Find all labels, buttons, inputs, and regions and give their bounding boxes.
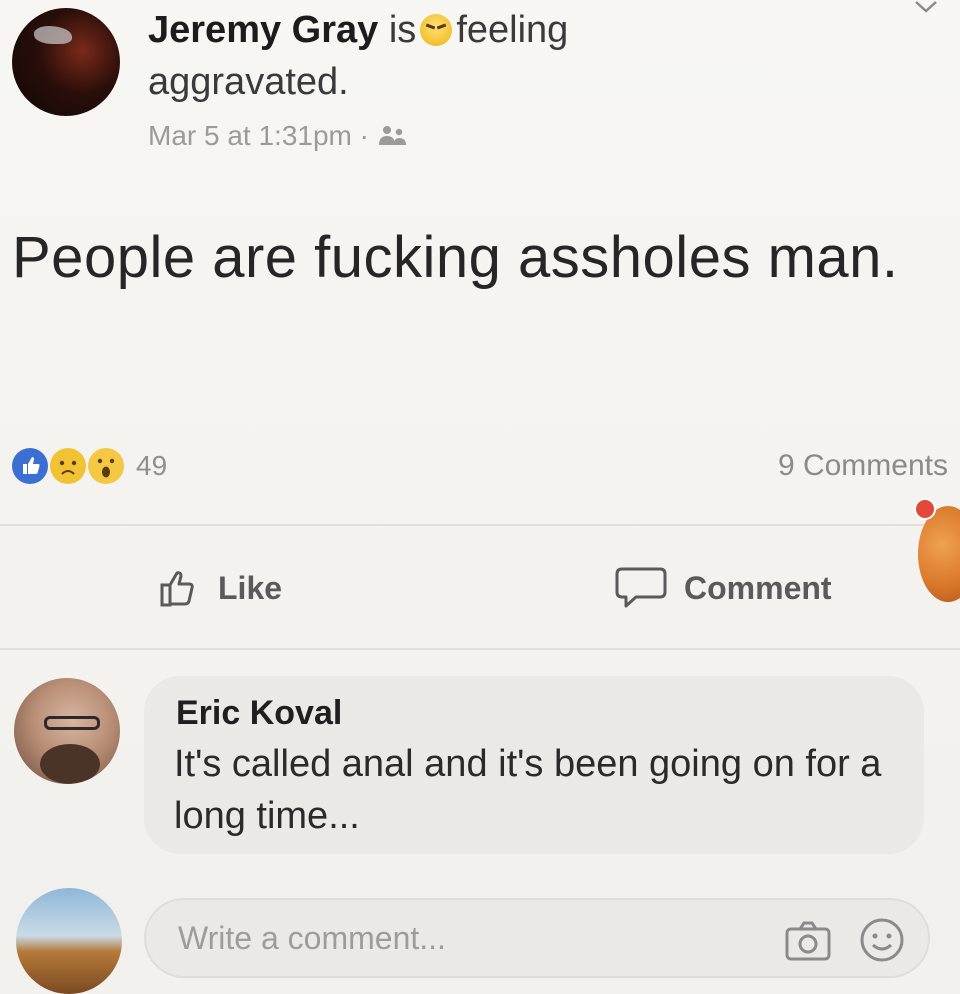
comment-button[interactable]: Comment — [614, 558, 832, 618]
like-reaction-icon — [12, 448, 48, 484]
feeling-word: feeling — [456, 9, 569, 51]
post-timestamp[interactable]: Mar 5 at 1:31pm — [148, 120, 352, 151]
post-meta: Mar 5 at 1:31pm · — [148, 116, 409, 156]
author-avatar[interactable] — [12, 8, 120, 116]
avatar-glasses — [44, 716, 100, 730]
sad-reaction-icon — [50, 448, 86, 484]
like-button[interactable]: Like — [156, 558, 282, 618]
post-header: Jeremy Gray is feeling — [148, 4, 568, 56]
notification-badge — [914, 498, 936, 520]
reactions-count: 49 — [136, 450, 168, 481]
is-word: is — [388, 9, 417, 51]
divider — [0, 648, 960, 650]
author-name[interactable]: Jeremy Gray — [148, 9, 378, 51]
comment-author[interactable]: Eric Koval — [176, 694, 342, 733]
thumbs-up-icon — [160, 571, 194, 607]
commenter-avatar[interactable] — [14, 678, 120, 784]
feeling-value: aggravated. — [148, 61, 349, 103]
meta-separator: · — [359, 120, 369, 151]
wow-reaction-icon — [88, 448, 124, 484]
camera-icon[interactable] — [784, 920, 832, 962]
comment-bubble-icon — [615, 567, 667, 608]
avatar-beard — [40, 744, 100, 784]
avatar-detail — [34, 26, 72, 44]
emoji-icon[interactable] — [858, 916, 906, 964]
comment-input-placeholder: Write a comment... — [178, 920, 446, 956]
post-card: Jeremy Gray is feeling aggravated. Mar 5 … — [0, 0, 960, 994]
post-body: People are fucking assholes man. — [12, 225, 899, 290]
friends-icon — [378, 126, 406, 145]
chevron-down-icon[interactable] — [914, 0, 938, 14]
angry-emoji-icon — [420, 14, 453, 46]
chat-head-avatar[interactable] — [918, 506, 960, 602]
current-user-avatar — [16, 888, 122, 994]
comments-count[interactable]: 9 Comments — [778, 446, 948, 486]
divider — [0, 524, 960, 526]
comment-label: Comment — [684, 569, 832, 606]
comment-text: It's called anal and it's been going on … — [174, 743, 882, 837]
like-label: Like — [218, 569, 283, 606]
reactions-summary[interactable]: 49 — [12, 446, 167, 486]
